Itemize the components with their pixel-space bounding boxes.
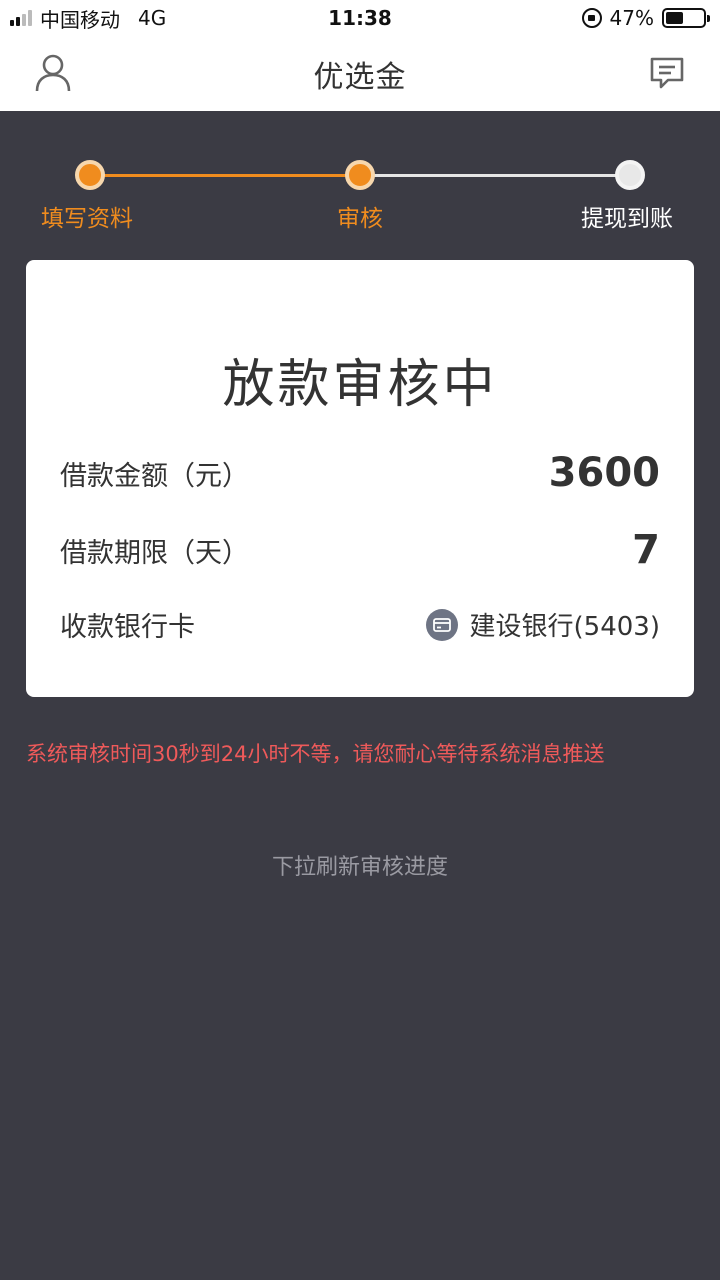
carrier-name: 中国移动 (40, 7, 120, 32)
step-label-review: 审核 (337, 206, 383, 232)
progress-steps: 填写资料 审核 提现到账 (0, 111, 720, 251)
battery-fill (666, 12, 683, 24)
message-icon[interactable] (646, 52, 688, 94)
step-line-pending (360, 174, 630, 177)
term-label: 借款期限（天） (60, 537, 249, 569)
rotation-lock-icon (581, 8, 602, 28)
bank-row: 收款银行卡 建设银行(5403) (60, 605, 660, 644)
signal-icon (10, 10, 32, 26)
user-icon[interactable] (32, 52, 74, 94)
step-line-completed (90, 174, 360, 177)
status-right: 47% (581, 6, 710, 30)
step-dot-review (345, 160, 375, 190)
bank-value: 建设银行(5403) (469, 612, 660, 642)
card-icon (425, 608, 458, 641)
bank-info: 建设银行(5403) (425, 606, 660, 643)
card-title: 放款审核中 (222, 355, 498, 415)
step-label-withdraw: 提现到账 (581, 206, 673, 232)
battery-percent: 47% (609, 6, 654, 30)
step-dot-fill-info (75, 160, 105, 190)
status-left: 中国移动 4G (10, 4, 166, 33)
term-value: 7 (632, 527, 660, 573)
amount-value: 3600 (548, 450, 660, 496)
battery-icon (662, 8, 710, 28)
term-row: 借款期限（天） 7 (60, 527, 660, 573)
amount-label: 借款金额（元） (60, 460, 249, 492)
nav-bar: 优选金 (0, 36, 720, 111)
pull-refresh-hint[interactable]: 下拉刷新审核进度 (0, 849, 720, 881)
status-bar: 中国移动 4G 11:38 47% (0, 0, 720, 36)
network-type: 4G (138, 6, 167, 30)
review-notice: 系统审核时间30秒到24小时不等，请您耐心等待系统消息推送 (26, 742, 605, 766)
amount-row: 借款金额（元） 3600 (60, 450, 660, 496)
bank-label: 收款银行卡 (60, 612, 195, 643)
loan-status-card: 放款审核中 借款金额（元） 3600 借款期限（天） 7 收款银行卡 建设银行(… (26, 260, 694, 697)
page-title: 优选金 (313, 59, 407, 95)
step-dot-withdraw (615, 160, 645, 190)
step-label-fill-info: 填写资料 (41, 206, 133, 232)
